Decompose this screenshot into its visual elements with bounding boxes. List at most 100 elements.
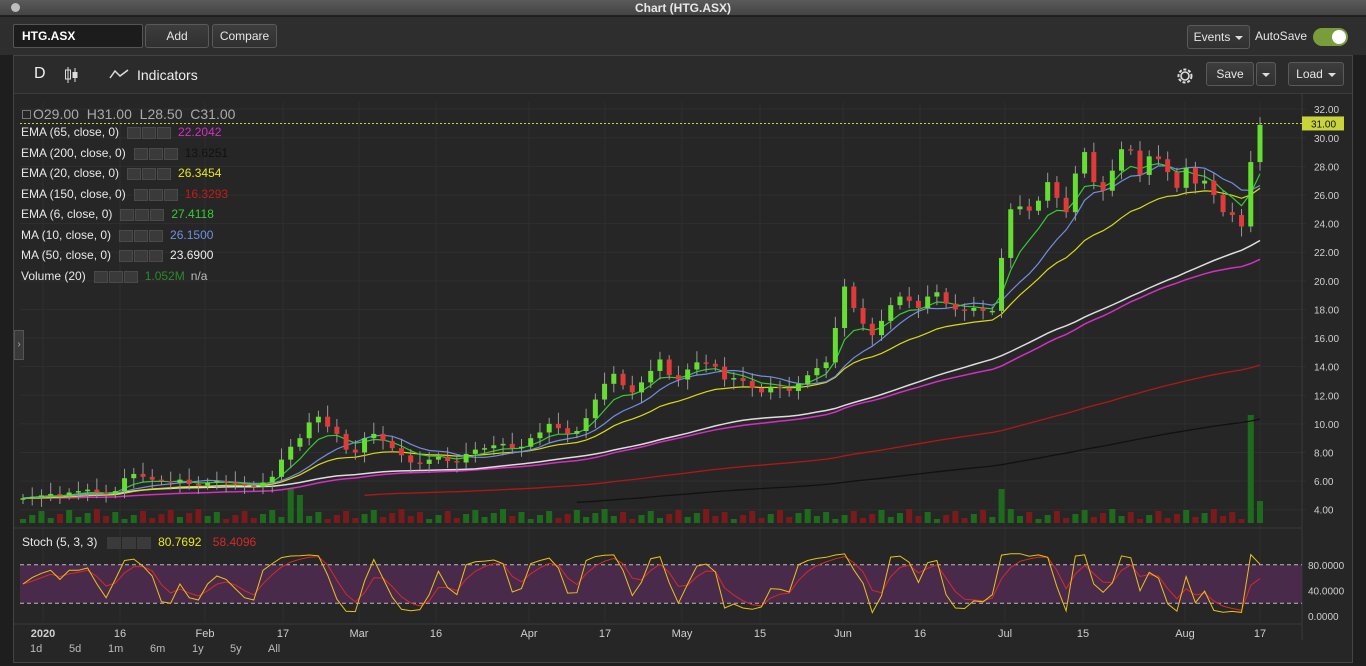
close-icon[interactable] [163, 188, 178, 201]
collapse-icon[interactable] [22, 110, 31, 119]
time-axis-label: 16 [914, 628, 926, 640]
price-axis-label: 18.00 [1314, 305, 1339, 316]
candle-body [177, 479, 183, 483]
volume-bar [195, 509, 202, 523]
close-icon[interactable] [163, 147, 178, 160]
price-axis-label: 8.00 [1314, 448, 1334, 459]
chart-toolbar: D Indicators Save Load [14, 56, 1352, 94]
volume-bar [878, 510, 885, 523]
close-icon[interactable] [157, 126, 172, 139]
close-icon[interactable] [150, 208, 165, 221]
volume-bar [767, 514, 774, 523]
close-icon[interactable] [157, 167, 172, 180]
candle-body [140, 473, 146, 477]
volume-bar [1247, 415, 1254, 523]
volume-bar [1173, 514, 1180, 523]
settings-icon[interactable] [108, 270, 123, 283]
settings-icon[interactable] [121, 536, 136, 549]
time-axis-label: 15 [1077, 628, 1089, 640]
range-button-5y[interactable]: 5y [230, 643, 242, 655]
indicators-button[interactable]: Indicators [137, 67, 198, 83]
price-axis-label: 20.00 [1314, 277, 1339, 288]
candle-body [602, 383, 608, 400]
close-icon[interactable] [149, 249, 164, 262]
range-button-1m[interactable]: 1m [108, 643, 123, 655]
volume-bar [343, 511, 350, 523]
candle-body [417, 462, 423, 464]
eye-icon[interactable] [119, 249, 134, 262]
compare-button[interactable]: Compare [212, 24, 277, 48]
indicators-icon[interactable] [109, 68, 129, 80]
volume-bar [213, 512, 220, 523]
range-button-1y[interactable]: 1y [192, 643, 204, 655]
settings-icon[interactable] [142, 126, 157, 139]
candle-body [1119, 149, 1125, 171]
candle-body [842, 286, 848, 329]
last-price-label: 31.00 [1311, 119, 1336, 130]
settings-icon[interactable] [148, 188, 163, 201]
load-dropdown[interactable]: Load [1288, 62, 1344, 86]
volume-bar [998, 489, 1005, 523]
candle-body [408, 455, 414, 463]
events-dropdown[interactable]: Events [1187, 25, 1250, 49]
close-icon[interactable] [123, 270, 138, 283]
candle-body [1257, 124, 1263, 163]
candle-body [565, 428, 571, 434]
volume-bar [693, 513, 700, 523]
eye-icon[interactable] [119, 229, 134, 242]
indicator-legend-row: EMA (6, close, 0) 27.4118 [21, 207, 214, 221]
candle-body [435, 456, 441, 460]
eye-icon[interactable] [120, 208, 135, 221]
window-menu-icon[interactable] [11, 3, 20, 12]
volume-bar [112, 512, 119, 523]
volume-bar [675, 510, 682, 523]
save-button[interactable]: Save [1206, 62, 1254, 86]
settings-icon[interactable] [148, 147, 163, 160]
eye-icon[interactable] [133, 188, 148, 201]
indicator-label: Volume (20) [21, 269, 86, 283]
candle-body [1192, 167, 1198, 184]
range-button-all[interactable]: All [268, 643, 280, 655]
time-axis-label: May [672, 628, 693, 640]
candle-body [666, 359, 672, 376]
side-panel-toggle[interactable]: › [14, 330, 24, 360]
symbol-input[interactable]: HTG.ASX [13, 24, 143, 48]
close-icon[interactable] [136, 536, 151, 549]
settings-icon[interactable] [134, 229, 149, 242]
eye-icon[interactable] [106, 536, 121, 549]
range-button-1d[interactable]: 1d [30, 643, 42, 655]
indicator-value: 23.6900 [170, 248, 214, 262]
range-button-5d[interactable]: 5d [69, 643, 81, 655]
eye-icon[interactable] [127, 167, 142, 180]
settings-icon[interactable] [134, 249, 149, 262]
settings-icon[interactable] [135, 208, 150, 221]
volume-bar [804, 509, 811, 523]
volume-bar [555, 518, 562, 523]
settings-icon[interactable] [142, 167, 157, 180]
period-selector[interactable]: D [34, 65, 46, 83]
add-button[interactable]: Add [145, 24, 209, 48]
volume-bar [47, 518, 54, 523]
indicator-value-secondary: n/a [190, 269, 208, 283]
volume-bar [961, 518, 968, 523]
candlestick-icon[interactable] [64, 66, 80, 84]
ohlc-open: O29.00 [33, 106, 79, 122]
candle-body [906, 296, 912, 301]
save-options-dropdown[interactable] [1256, 62, 1276, 86]
candle-body [795, 383, 801, 391]
volume-bar [444, 511, 451, 523]
volume-bar [583, 517, 590, 523]
autosave-toggle[interactable] [1313, 28, 1348, 46]
price-axis-label: 24.00 [1314, 220, 1339, 231]
eye-icon[interactable] [133, 147, 148, 160]
eye-icon[interactable] [93, 270, 108, 283]
volume-bar [176, 517, 183, 523]
eye-icon[interactable] [127, 126, 142, 139]
candle-body [611, 373, 617, 384]
range-button-6m[interactable]: 6m [150, 643, 165, 655]
close-icon[interactable] [149, 229, 164, 242]
price-axis-label: 30.00 [1314, 134, 1339, 145]
candle-body [454, 461, 460, 463]
gear-icon[interactable] [1174, 65, 1196, 87]
candle-body [851, 286, 857, 308]
